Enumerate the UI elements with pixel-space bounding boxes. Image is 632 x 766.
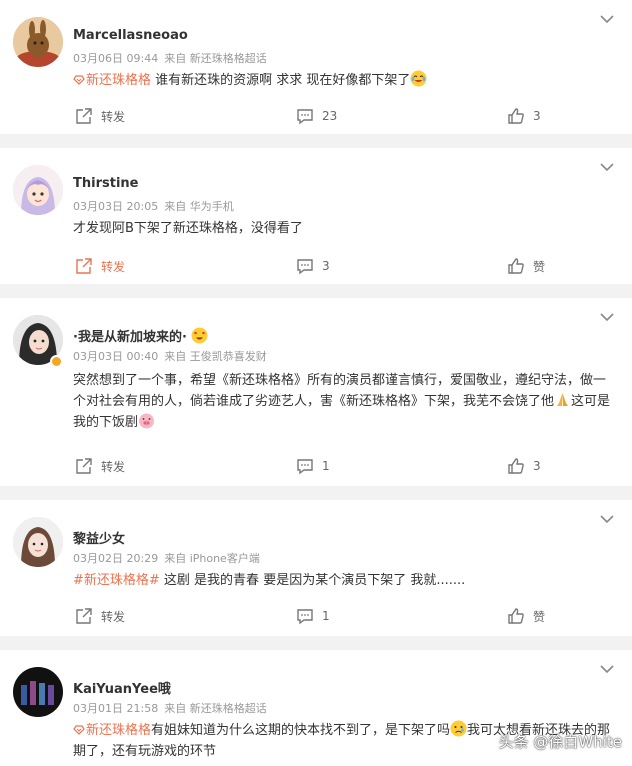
- sad-face-emoji-icon: [450, 720, 467, 737]
- heart-eyes-emoji-icon: [191, 327, 208, 344]
- pig-face-emoji-icon: [139, 413, 155, 429]
- post-actions: 转发 1 赞: [0, 604, 632, 628]
- username[interactable]: Marcellasneoao: [73, 28, 188, 43]
- post-content: 有姐妹知道为什么这期的快本找不到了，是下架了吗: [151, 723, 451, 738]
- chevron-down-icon[interactable]: [600, 312, 614, 322]
- post-date: 03月03日 20:05: [73, 200, 159, 213]
- post-source: 来自 华为手机: [164, 200, 234, 213]
- topic-label: 新还珠格格: [86, 73, 152, 88]
- comment-button[interactable]: 3: [296, 254, 330, 278]
- comment-icon: [297, 459, 313, 475]
- thumbs-up-icon: [508, 608, 524, 624]
- post-source[interactable]: 来自 新还珠格格超话: [164, 52, 267, 65]
- chevron-down-icon[interactable]: [600, 514, 614, 524]
- post-text: #新还珠格格# 这剧 是我的青春 要是因为某个演员下架了 我就.......: [73, 570, 621, 591]
- super-topic-icon: [73, 725, 85, 735]
- topic-link[interactable]: 新还珠格格: [73, 73, 151, 88]
- post-date: 03月01日 21:58: [73, 702, 159, 715]
- topic-link[interactable]: #新还珠格格#: [73, 573, 160, 588]
- comment-count: 3: [322, 259, 330, 273]
- repost-icon: [76, 608, 92, 624]
- comment-count: 1: [322, 459, 330, 473]
- chevron-down-icon[interactable]: [600, 162, 614, 172]
- like-label: 赞: [533, 259, 546, 274]
- thumbs-up-icon: [508, 258, 524, 274]
- post-source: 来自 王俊凯恭喜发财: [164, 350, 267, 363]
- post-meta: 03月06日 09:44 来自 新还珠格格超话: [73, 50, 273, 66]
- post-meta: 03月02日 20:29 来自 iPhone客户端: [73, 550, 266, 566]
- verified-badge: [50, 355, 63, 368]
- comment-card: Marcellasneoao 03月06日 09:44 来自 新还珠格格超话 新还…: [0, 0, 632, 134]
- comment-icon: [297, 259, 313, 275]
- repost-button[interactable]: 转发: [75, 454, 125, 478]
- repost-button[interactable]: 转发: [75, 254, 125, 278]
- post-text: 突然想到了一个事，希望《新还珠格格》所有的演员都谨言慎行，爱国敬业，遵纪守法，做…: [73, 370, 613, 433]
- post-content: 谁有新还珠的资源啊 求求 现在好像都下架了: [151, 73, 411, 88]
- post-date: 03月03日 00:40: [73, 350, 159, 363]
- post-content: 才发现阿B下架了新还珠格格，没得看了: [73, 221, 303, 236]
- comment-card: ·我是从新加坡来的· 03月03日 00:40 来自 王俊凯恭喜发财 突然想到了一…: [0, 298, 632, 486]
- post-text: 新还珠格格 谁有新还珠的资源啊 求求 现在好像都下架了: [73, 70, 621, 91]
- comment-button[interactable]: 1: [296, 604, 330, 628]
- watermark: 头条 @徐白White: [498, 733, 622, 751]
- comment-count: 23: [322, 109, 338, 123]
- comment-card: Thirstine 03月03日 20:05 来自 华为手机 才发现阿B下架了新还…: [0, 148, 632, 284]
- comment-count: 1: [322, 609, 330, 623]
- cry-laugh-emoji-icon: [410, 70, 427, 87]
- post-source[interactable]: 来自 新还珠格格超话: [164, 702, 267, 715]
- post-meta: 03月01日 21:58 来自 新还珠格格超话: [73, 700, 273, 716]
- comment-icon: [297, 109, 313, 125]
- post-date: 03月02日 20:29: [73, 552, 159, 565]
- avatar[interactable]: [13, 667, 63, 717]
- post-content: 这剧 是我的青春 要是因为某个演员下架了 我就.......: [159, 573, 466, 588]
- repost-button[interactable]: 转发: [75, 104, 125, 128]
- comment-card: 黎益少女 03月02日 20:29 来自 iPhone客户端 #新还珠格格# 这剧…: [0, 500, 632, 636]
- repost-icon: [76, 108, 92, 124]
- like-button[interactable]: 赞: [507, 604, 545, 628]
- repost-label: 转发: [101, 459, 126, 474]
- username[interactable]: ·我是从新加坡来的·: [73, 326, 208, 345]
- like-button[interactable]: 赞: [507, 254, 545, 278]
- post-actions: 转发 1 3: [0, 454, 632, 478]
- post-content: 突然想到了一个事，希望《新还珠格格》所有的演员都谨言慎行，爱国敬业，遵纪守法，做…: [73, 373, 607, 409]
- repost-icon: [76, 258, 92, 274]
- comment-button[interactable]: 1: [296, 454, 330, 478]
- comment-icon: [297, 609, 313, 625]
- post-actions: 转发 3 赞: [0, 254, 632, 278]
- post-text: 才发现阿B下架了新还珠格格，没得看了: [73, 218, 621, 239]
- repost-icon: [76, 458, 92, 474]
- topic-link[interactable]: 新还珠格格: [73, 723, 151, 738]
- topic-label: 新还珠格格: [86, 723, 152, 738]
- like-count: 3: [533, 459, 541, 473]
- super-topic-icon: [73, 75, 85, 85]
- username[interactable]: KaiYuanYee哦: [73, 678, 171, 697]
- post-source: 来自 iPhone客户端: [164, 552, 260, 565]
- repost-label: 转发: [101, 109, 126, 124]
- thumbs-up-icon: [508, 108, 524, 124]
- username[interactable]: Thirstine: [73, 176, 138, 191]
- like-count: 3: [533, 109, 541, 123]
- repost-button[interactable]: 转发: [75, 604, 125, 628]
- avatar[interactable]: [13, 17, 63, 67]
- repost-label: 转发: [101, 259, 126, 274]
- chevron-down-icon[interactable]: [600, 14, 614, 24]
- like-button[interactable]: 3: [507, 454, 541, 478]
- username[interactable]: 黎益少女: [73, 528, 125, 547]
- like-button[interactable]: 3: [507, 104, 541, 128]
- username-text: ·我是从新加坡来的·: [73, 330, 187, 345]
- post-meta: 03月03日 00:40 来自 王俊凯恭喜发财: [73, 348, 273, 364]
- post-date: 03月06日 09:44: [73, 52, 159, 65]
- avatar[interactable]: [13, 517, 63, 567]
- praying-hands-emoji-icon: [557, 393, 569, 406]
- thumbs-up-icon: [508, 458, 524, 474]
- repost-label: 转发: [101, 609, 126, 624]
- like-label: 赞: [533, 609, 546, 624]
- chevron-down-icon[interactable]: [600, 664, 614, 674]
- avatar[interactable]: [13, 165, 63, 215]
- post-meta: 03月03日 20:05 来自 华为手机: [73, 198, 240, 214]
- post-actions: 转发 23 3: [0, 104, 632, 128]
- comment-button[interactable]: 23: [296, 104, 337, 128]
